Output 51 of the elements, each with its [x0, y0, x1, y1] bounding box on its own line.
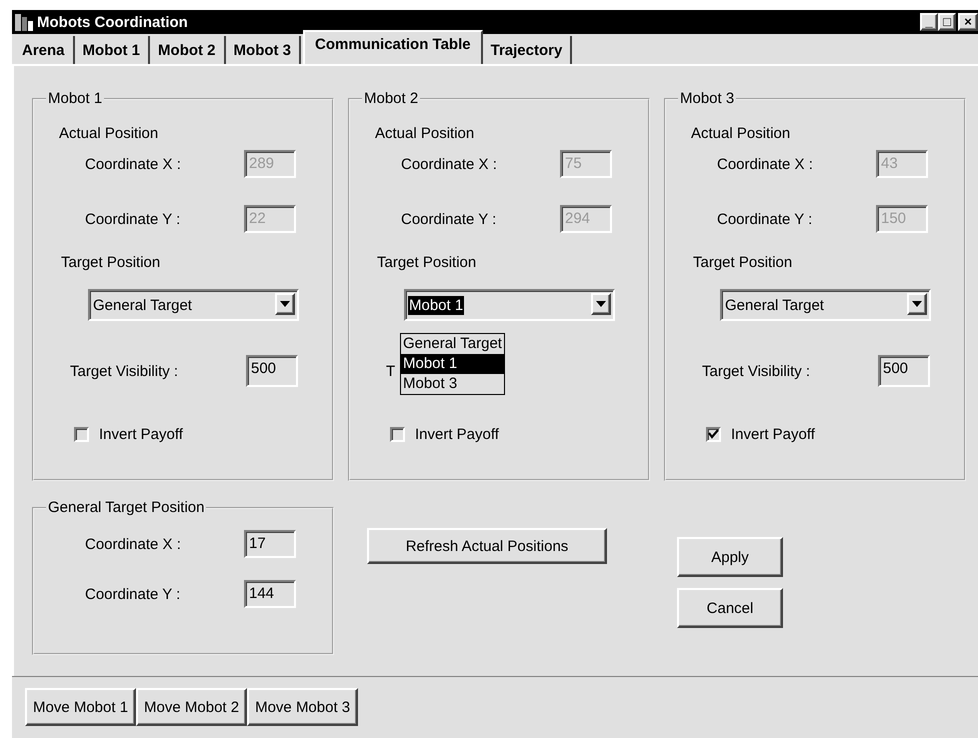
checkbox-label: Invert Payoff — [415, 426, 499, 442]
field-label: Coordinate Y : — [401, 210, 498, 228]
field-label: T — [386, 362, 396, 380]
checkbox-label: Invert Payoff — [99, 426, 183, 442]
close-button[interactable]: × — [958, 13, 978, 31]
checkbox[interactable] — [74, 426, 89, 442]
building-icon — [14, 13, 34, 31]
tab[interactable]: Communication Table — [303, 30, 483, 64]
dropdown-option[interactable]: Mobot 1 — [401, 354, 504, 374]
section-label: Target Position — [377, 254, 476, 271]
tab[interactable]: Mobot 3 — [226, 36, 302, 64]
input-field[interactable]: 144 — [244, 580, 296, 608]
section-label: Target Position — [693, 254, 792, 271]
section-label: Actual Position — [691, 125, 790, 142]
window-title: Mobots Coordination — [37, 14, 188, 30]
group-title: Mobot 2 — [363, 90, 420, 107]
field-label: Coordinate Y : — [717, 210, 814, 228]
input-field[interactable]: 500 — [246, 355, 298, 387]
dropdown[interactable]: Mobot 1 — [404, 289, 615, 321]
section-label: Target Position — [61, 254, 160, 271]
field-label: Target Visibility : — [70, 362, 178, 380]
dropdown[interactable]: General Target — [720, 289, 931, 321]
tab[interactable]: Mobot 1 — [74, 36, 150, 64]
minimize-button[interactable]: _ — [920, 13, 938, 31]
dialog-button[interactable]: Apply — [677, 537, 783, 577]
dialog-button[interactable]: Cancel — [677, 588, 783, 628]
dropdown[interactable]: General Target — [88, 289, 299, 321]
field-label: Coordinate X : — [401, 156, 498, 172]
input-field[interactable]: 500 — [878, 355, 930, 387]
move-button[interactable]: Move Mobot 1 — [25, 688, 136, 726]
checkbox-label: Invert Payoff — [731, 426, 815, 442]
input-field[interactable]: 17 — [244, 530, 296, 558]
section-label: Actual Position — [59, 125, 158, 142]
field-label: Coordinate X : — [85, 536, 182, 552]
dropdown-option[interactable]: Mobot 3 — [401, 374, 504, 394]
field-label: Coordinate X : — [717, 156, 814, 172]
checkbox[interactable] — [390, 426, 405, 442]
field-label: Coordinate Y : — [85, 210, 182, 228]
checkbox[interactable] — [706, 426, 721, 442]
dropdown-option[interactable]: General Target — [401, 334, 504, 354]
section-label: Actual Position — [375, 125, 474, 142]
refresh-button[interactable]: Refresh Actual Positions — [367, 528, 607, 564]
field-label: Coordinate X : — [85, 156, 182, 172]
move-button[interactable]: Move Mobot 3 — [247, 688, 358, 726]
group-title: General Target Position — [47, 499, 206, 516]
field-label: Target Visibility : — [702, 362, 810, 380]
group-title: Mobot 3 — [679, 90, 736, 107]
maximize-button[interactable]: □ — [938, 13, 956, 31]
move-button[interactable]: Move Mobot 2 — [136, 688, 248, 726]
group-title: Mobot 1 — [47, 90, 104, 107]
field-label: Coordinate Y : — [85, 586, 182, 602]
